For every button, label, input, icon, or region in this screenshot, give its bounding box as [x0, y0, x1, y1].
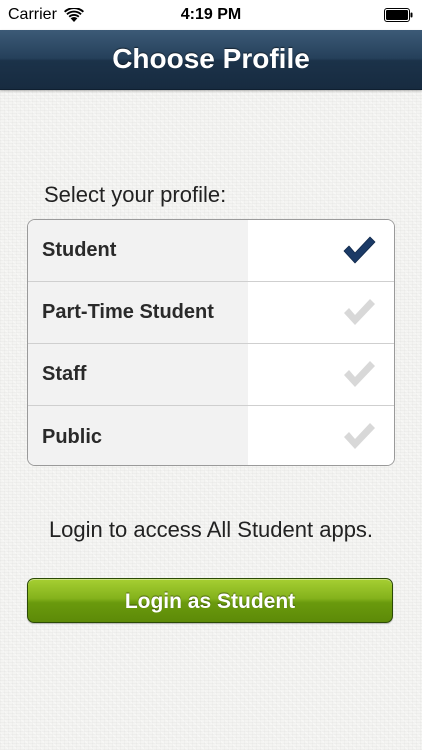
profile-option-student[interactable]: Student	[28, 220, 394, 282]
navigation-bar: Choose Profile	[0, 30, 422, 90]
login-info-text: Login to access All Student apps.	[48, 517, 374, 542]
profile-check-cell	[248, 344, 394, 405]
checkmark-unselected-icon	[342, 297, 376, 327]
profile-check-cell	[248, 406, 394, 465]
login-button[interactable]: Login as Student	[27, 578, 393, 623]
select-profile-label: Select your profile:	[44, 182, 227, 207]
profile-check-cell	[248, 282, 394, 343]
profile-check-cell	[248, 220, 394, 281]
profile-option-part-time-student[interactable]: Part-Time Student	[28, 282, 394, 344]
profile-option-label: Public	[28, 406, 248, 465]
profile-option-label: Part-Time Student	[28, 282, 248, 343]
status-time: 4:19 PM	[180, 6, 242, 23]
profile-option-public[interactable]: Public	[28, 406, 394, 465]
checkmark-selected-icon	[342, 235, 376, 265]
profile-list: Student Part-Time Student Staff Public	[27, 219, 395, 466]
status-bar: Carrier 4:19 PM	[0, 0, 422, 30]
checkmark-unselected-icon	[342, 421, 376, 451]
checkmark-unselected-icon	[342, 359, 376, 389]
battery-icon	[384, 8, 414, 22]
page-title: Choose Profile	[112, 43, 310, 74]
profile-option-label: Student	[28, 220, 248, 281]
profile-option-staff[interactable]: Staff	[28, 344, 394, 406]
profile-option-label: Staff	[28, 344, 248, 405]
